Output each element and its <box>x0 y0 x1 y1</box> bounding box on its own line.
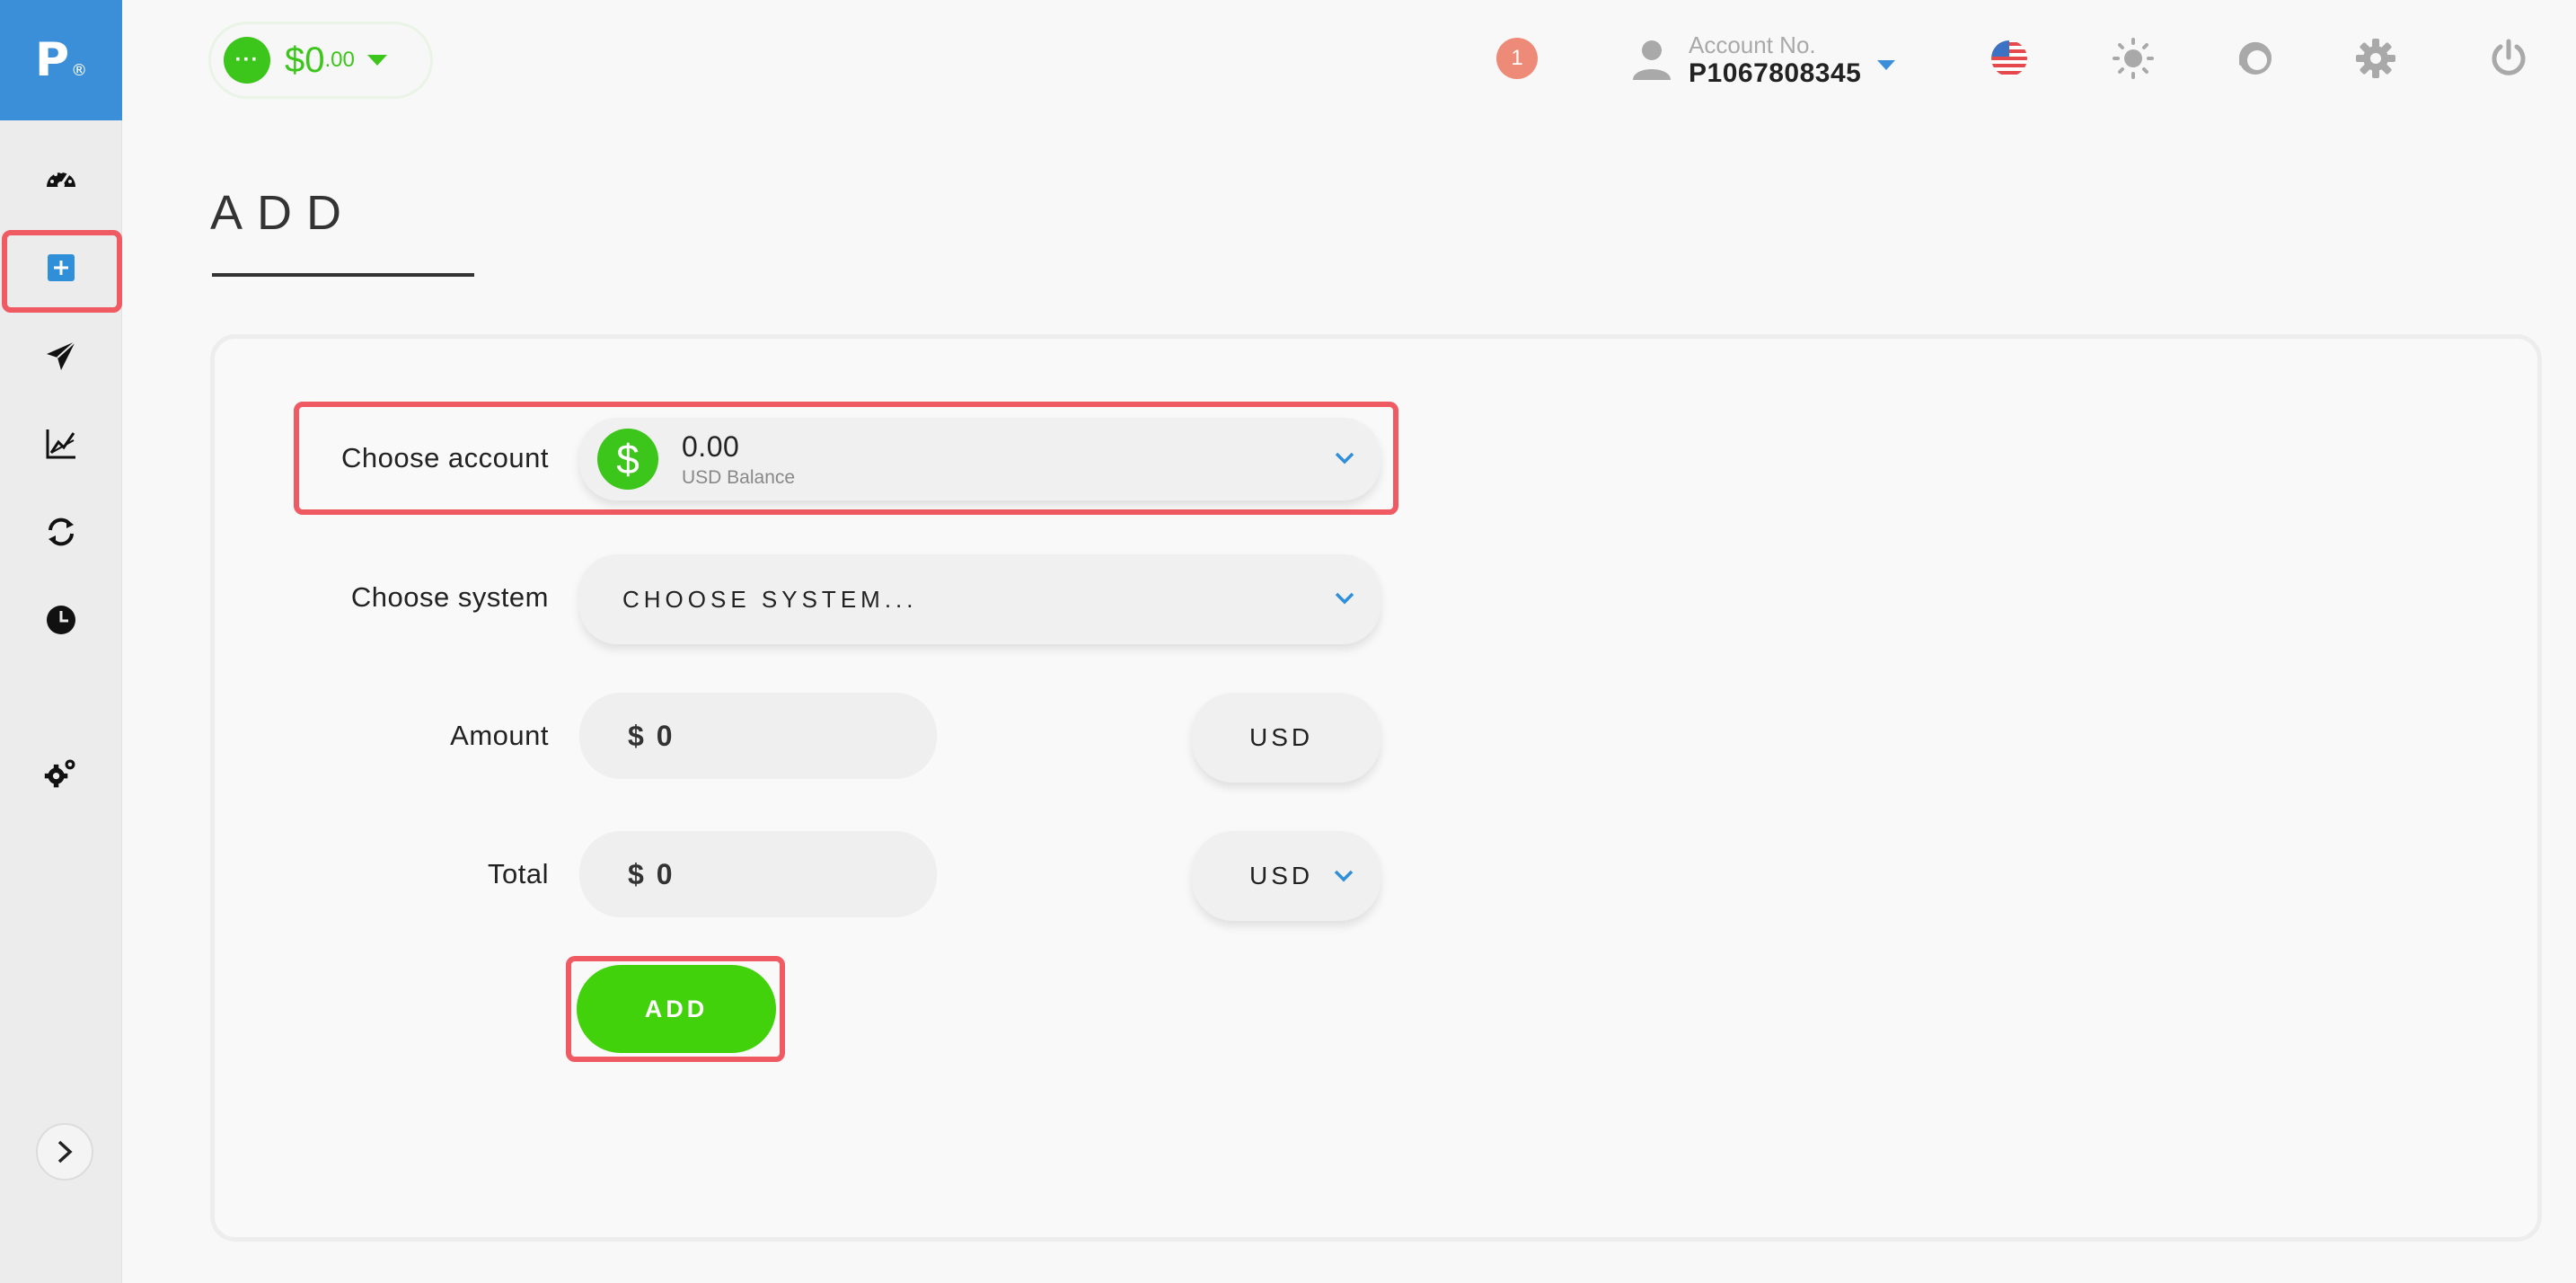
sidebar-item-add[interactable] <box>0 232 122 304</box>
logo[interactable]: P ® <box>0 0 122 120</box>
settings-button[interactable] <box>2353 36 2398 81</box>
amount-input[interactable]: $ 0 <box>579 693 937 779</box>
clock-icon <box>47 606 75 634</box>
balance-selector[interactable]: ··· $0.00 <box>208 22 433 99</box>
sidebar: P ® <box>0 0 122 1283</box>
notification-badge[interactable]: 1 <box>1496 38 1538 79</box>
user-icon <box>1633 40 1671 80</box>
total-currency-symbol: $ <box>628 857 644 890</box>
support-agent-icon <box>2238 41 2272 75</box>
choose-system-value: CHOOSE SYSTEM... <box>622 585 918 613</box>
amount-currency: USD <box>1249 723 1314 751</box>
paper-plane-icon <box>47 341 76 370</box>
choose-account-select[interactable]: $ 0.00 USD Balance <box>579 418 1381 500</box>
logo-registered-mark: ® <box>71 60 88 80</box>
plus-square-icon <box>48 254 75 281</box>
dollar-icon: $ <box>597 429 658 490</box>
account-label: Account No. <box>1689 31 1816 58</box>
power-icon <box>2492 39 2526 75</box>
total-currency: USD <box>1249 862 1314 889</box>
amount-label: Amount <box>450 720 549 751</box>
sidebar-expand-button[interactable] <box>36 1123 93 1181</box>
chevron-down-icon <box>1335 452 1354 465</box>
chevron-right-icon <box>57 1140 73 1164</box>
support-button[interactable] <box>2233 36 2278 81</box>
add-form-card: Choose account $ 0.00 USD Balance Choose… <box>210 334 2542 1242</box>
title-underline <box>212 273 474 277</box>
account-selector[interactable]: Account No. P1067808345 <box>1631 29 1896 92</box>
amount-currency-box: USD <box>1192 693 1381 783</box>
balance-amount: $0 <box>285 40 325 80</box>
amount-currency-symbol: $ <box>628 719 644 752</box>
account-balance-sub: USD Balance <box>682 466 796 488</box>
account-number: P1067808345 <box>1689 58 1862 88</box>
total-currency-select[interactable]: USD <box>1192 831 1381 921</box>
logout-button[interactable] <box>2486 36 2531 81</box>
balance-cents: .00 <box>324 48 355 72</box>
caret-down-icon <box>366 55 387 66</box>
sidebar-item-settings[interactable] <box>0 737 122 809</box>
sidebar-item-exchange[interactable] <box>0 496 122 568</box>
sidebar-item-send[interactable] <box>0 320 122 392</box>
chart-line-icon <box>46 429 75 459</box>
gears-icon <box>44 759 75 788</box>
sidebar-item-statistics[interactable] <box>0 408 122 480</box>
speedometer-icon <box>47 170 75 189</box>
choose-account-label: Choose account <box>340 442 549 473</box>
total-input[interactable]: $ 0 <box>579 831 937 917</box>
chevron-down-icon <box>1335 592 1354 605</box>
logo-letter: P <box>34 33 70 87</box>
choose-system-select[interactable]: CHOOSE SYSTEM... <box>579 554 1381 644</box>
add-button[interactable]: ADD <box>577 965 776 1053</box>
theme-toggle-button[interactable] <box>2111 36 2156 81</box>
us-flag-icon <box>1991 40 2027 76</box>
sun-icon <box>2113 38 2154 79</box>
language-button[interactable] <box>1987 36 2032 81</box>
topbar: ··· $0.00 1 Account No. P1067808345 <box>122 0 2576 120</box>
chevron-down-icon <box>1334 870 1354 882</box>
more-dots-icon: ··· <box>224 37 270 84</box>
caret-down-icon <box>1877 59 1896 70</box>
page-title: ADD <box>210 186 357 240</box>
amount-value: 0 <box>656 719 673 752</box>
account-balance-value: 0.00 <box>682 429 740 463</box>
sidebar-item-dashboard[interactable] <box>0 144 122 216</box>
total-label: Total <box>488 858 549 889</box>
gear-icon <box>2356 39 2395 78</box>
choose-system-label: Choose system <box>350 581 549 613</box>
refresh-icon <box>49 518 74 546</box>
sidebar-item-history[interactable] <box>0 584 122 656</box>
total-value: 0 <box>656 857 673 890</box>
